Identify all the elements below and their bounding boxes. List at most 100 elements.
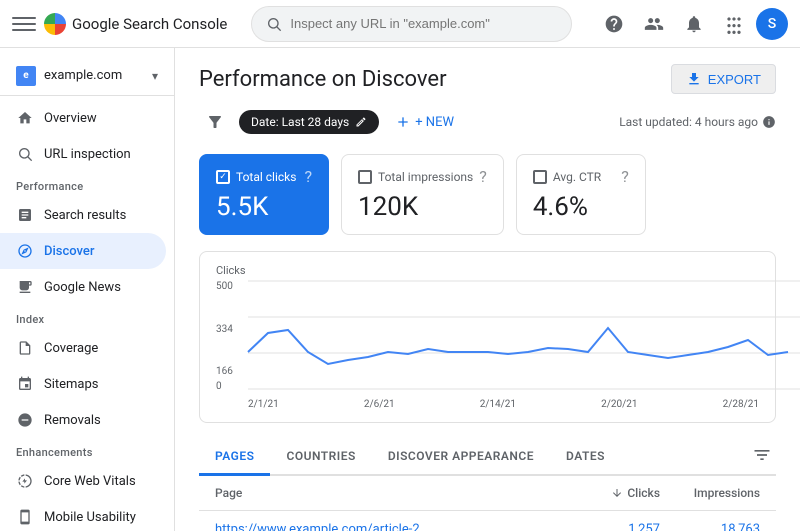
sidebar-label-overview: Overview [44,111,97,126]
sidebar-item-url-inspection[interactable]: URL inspection [0,136,166,172]
last-updated: Last updated: 4 hours ago [619,115,776,129]
tab-discover-appearance[interactable]: DISCOVER APPEARANCE [372,439,550,476]
sidebar-label-coverage: Coverage [44,341,98,356]
add-icon [395,114,411,130]
sidebar-label-search-results: Search results [44,208,126,223]
sidebar-item-overview[interactable]: Overview [0,100,166,136]
sidebar-item-mobile-usability[interactable]: Mobile Usability [0,499,166,531]
sidebar-label-url-inspection: URL inspection [44,147,131,162]
info-icon [762,115,776,129]
search-bar[interactable] [251,6,572,42]
filter-left: Date: Last 28 days + NEW [199,106,462,138]
sidebar-item-coverage[interactable]: Coverage [0,330,166,366]
metric-checkbox-clicks [216,170,230,184]
notifications-icon[interactable] [676,6,712,42]
property-icon: e [16,66,36,86]
tab-dates[interactable]: DATES [550,439,621,476]
new-filter-button[interactable]: + NEW [387,110,462,134]
apps-icon[interactable] [716,6,752,42]
col-header-clicks: Clicks [560,486,660,500]
sidebar-label-cwv: Core Web Vitals [44,474,136,489]
sidebar-label-sitemaps: Sitemaps [44,377,99,392]
nav-icons: S [596,6,788,42]
property-dropdown-icon: ▾ [152,69,158,83]
metric-help-clicks[interactable]: ? [304,167,312,186]
page-header: Performance on Discover EXPORT [199,64,776,94]
property-name: example.com [44,68,144,83]
table-row: https://www.example.com/article-2 1,257 … [199,511,776,531]
menu-icon[interactable] [12,12,36,36]
cwv-icon [16,472,34,490]
sidebar-label-discover: Discover [44,244,94,259]
accounts-icon[interactable] [636,6,672,42]
search-small-icon [16,145,34,163]
sidebar-item-discover[interactable]: Discover [0,233,166,269]
enhancements-section-label: Enhancements [0,438,174,463]
metric-checkbox-impressions [358,170,372,184]
col-header-impressions: Impressions [660,486,760,500]
google-icon [44,13,66,35]
layout: e example.com ▾ Overview URL inspection … [0,48,800,531]
chart-svg [248,281,800,391]
help-icon[interactable] [596,6,632,42]
sidebar: e example.com ▾ Overview URL inspection … [0,48,175,531]
metric-help-ctr[interactable]: ? [621,167,629,186]
discover-icon [16,242,34,260]
main-content: Performance on Discover EXPORT Date: Las… [175,48,800,531]
sitemap-icon [16,375,34,393]
table-cell-url-1[interactable]: https://www.example.com/article-2 [215,522,560,531]
filter-bar: Date: Last 28 days + NEW Last updated: 4… [199,106,776,138]
page-title: Performance on Discover [199,67,447,92]
sidebar-item-search-results[interactable]: Search results [0,197,166,233]
metric-value-ctr: 4.6% [533,192,629,222]
chart-bar-icon [16,206,34,224]
mobile-icon [16,508,34,526]
app-title: Google Search Console [72,15,227,33]
metric-header-impressions: Total impressions ? [358,167,487,186]
table-filter-icon[interactable] [748,441,776,473]
y-low-label: 166 [216,366,233,377]
chart-y-axis-label: Clicks [216,264,759,277]
coverage-icon [16,339,34,357]
top-nav: Google Search Console S [0,0,800,48]
x-axis-labels: 2/1/21 2/6/21 2/14/21 2/20/21 2/28/21 [248,399,759,410]
tab-countries[interactable]: COUNTRIES [270,439,371,476]
sidebar-item-core-web-vitals[interactable]: Core Web Vitals [0,463,166,499]
table-cell-clicks-1: 1,257 [560,522,660,531]
tabs-row: PAGES COUNTRIES DISCOVER APPEARANCE DATE… [199,439,776,476]
table-header: Page Clicks Impressions [199,476,776,511]
property-selector[interactable]: e example.com ▾ [0,56,174,96]
index-section-label: Index [0,305,174,330]
tab-pages[interactable]: PAGES [199,439,270,476]
metric-help-impressions[interactable]: ? [479,167,487,186]
home-icon [16,109,34,127]
date-filter-chip[interactable]: Date: Last 28 days [239,110,379,134]
metric-card-avg-ctr[interactable]: Avg. CTR ? 4.6% [516,154,646,235]
sort-down-icon [611,487,623,499]
news-icon [16,278,34,296]
metric-value-impressions: 120K [358,192,487,222]
metric-header-clicks: Total clicks ? [216,167,312,186]
sidebar-item-google-news[interactable]: Google News [0,269,166,305]
metric-card-total-impressions[interactable]: Total impressions ? 120K [341,154,504,235]
search-icon [266,16,282,32]
export-button[interactable]: EXPORT [671,64,776,94]
user-avatar[interactable]: S [756,8,788,40]
y-min-label: 0 [216,381,222,392]
search-input[interactable] [290,16,557,31]
app-logo: Google Search Console [44,13,227,35]
y-max-label: 500 [216,281,233,292]
sidebar-label-removals: Removals [44,413,101,428]
chart-container: Clicks 500 334 166 0 2/1/21 [199,251,776,423]
sidebar-item-removals[interactable]: Removals [0,402,166,438]
sidebar-label-google-news: Google News [44,280,121,295]
sidebar-label-mobile-usability: Mobile Usability [44,510,136,525]
metric-card-total-clicks[interactable]: Total clicks ? 5.5K [199,154,329,235]
metric-checkbox-ctr [533,170,547,184]
col-header-page: Page [215,486,560,500]
sidebar-item-sitemaps[interactable]: Sitemaps [0,366,166,402]
export-icon [686,71,702,87]
removals-icon [16,411,34,429]
filter-icon[interactable] [199,106,231,138]
performance-section-label: Performance [0,172,174,197]
